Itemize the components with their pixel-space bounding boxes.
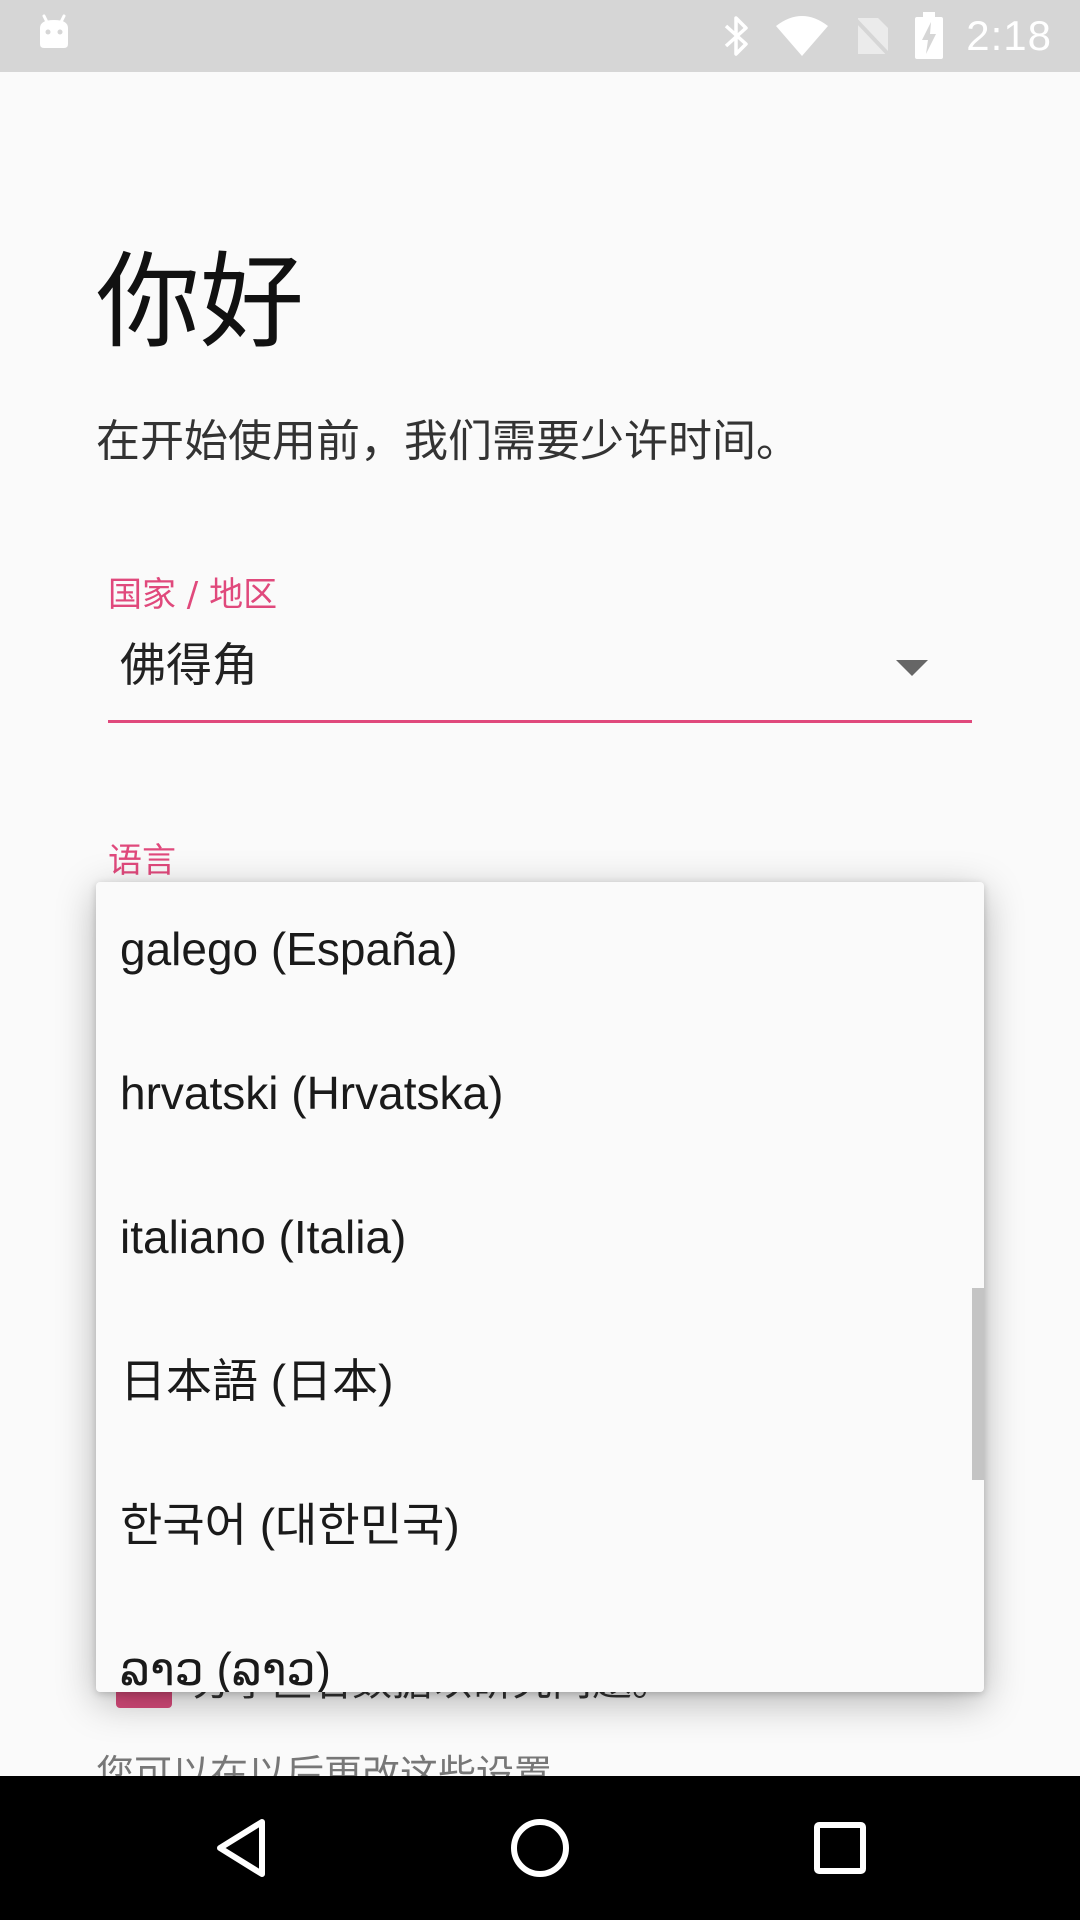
language-option[interactable]: 한국어 (대한민국) (96, 1458, 984, 1602)
list-scrollbar[interactable] (972, 1288, 984, 1480)
bluetooth-icon (725, 16, 748, 56)
android-icon (40, 14, 68, 48)
home-icon[interactable] (490, 1798, 590, 1898)
country-dropdown[interactable]: 佛得角 (108, 620, 972, 723)
wifi-icon (776, 16, 829, 56)
back-icon[interactable] (190, 1798, 290, 1898)
page-subtitle: 在开始使用前，我们需要少许时间。 (96, 416, 800, 467)
country-label: 国家 / 地区 (108, 575, 278, 615)
language-label: 语言 (108, 841, 176, 881)
language-option[interactable]: 日本語 (日本) (96, 1314, 984, 1458)
language-option[interactable]: galego (España) (96, 882, 984, 1026)
language-option[interactable]: ລາວ (ລາວ) (96, 1602, 984, 1692)
status-bar: 2:18 (0, 0, 1080, 72)
recents-icon[interactable] (790, 1798, 890, 1898)
screen: 2:18 你好 在开始使用前，我们需要少许时间。 国家 / 地区 佛得角 语言 … (0, 0, 1080, 1920)
page-title: 你好 (96, 241, 305, 363)
status-time: 2:18 (966, 12, 1052, 59)
country-value: 佛得角 (120, 638, 258, 692)
language-option[interactable]: hrvatski (Hrvatska) (96, 1026, 984, 1170)
no-sim-icon (852, 16, 892, 58)
dropdown-arrow-icon (896, 660, 928, 676)
battery-charging-icon (915, 12, 944, 59)
language-option[interactable]: italiano (Italia) (96, 1170, 984, 1314)
language-dropdown-list[interactable]: galego (España) hrvatski (Hrvatska) ital… (96, 882, 984, 1692)
navigation-bar (0, 1776, 1080, 1920)
